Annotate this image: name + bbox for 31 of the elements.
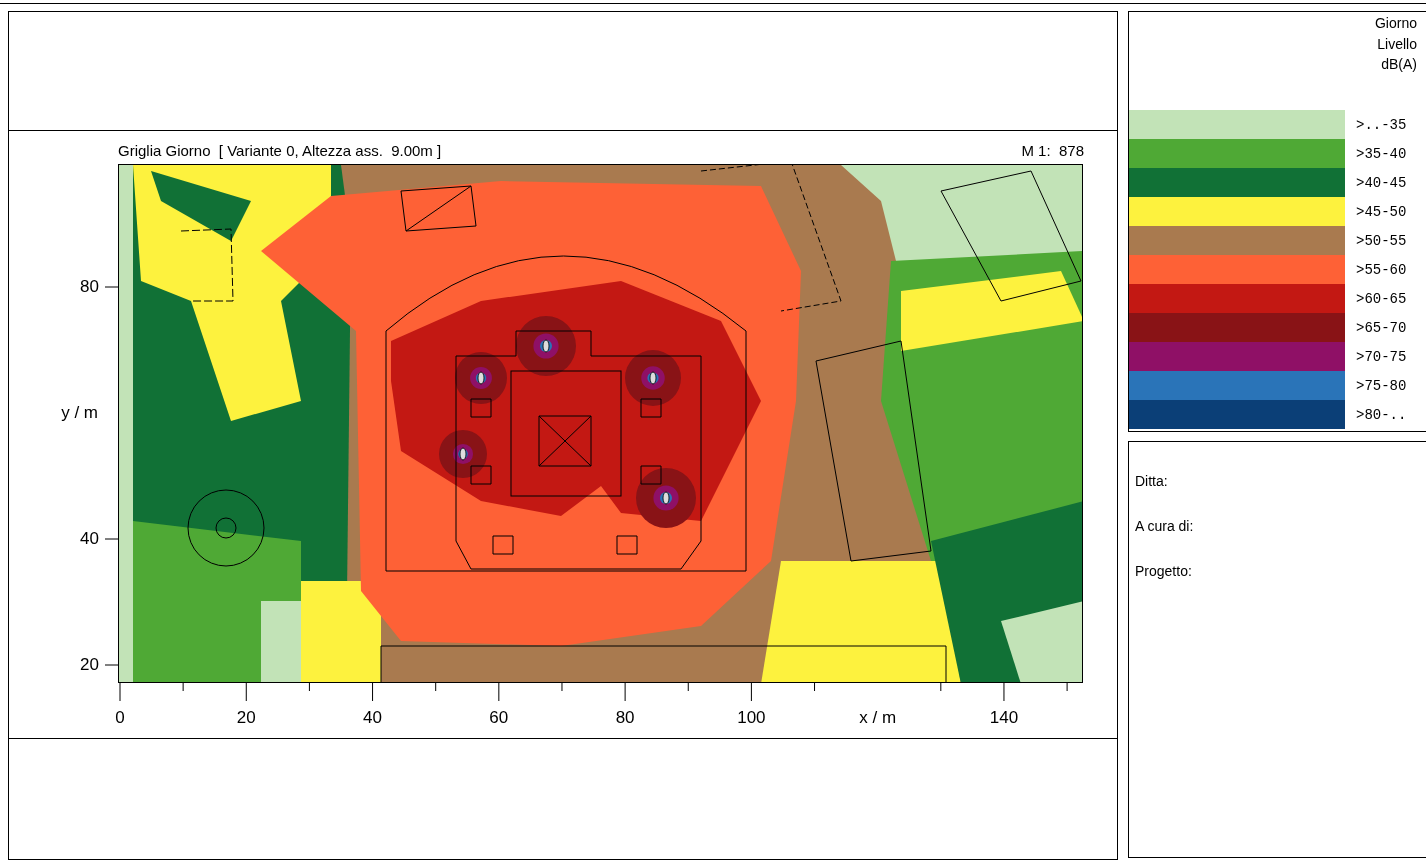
axis-tick-label: 60: [489, 708, 509, 728]
map-title: Griglia Giorno [ Variante 0, Altezza ass. 9.00m ]: [118, 142, 442, 159]
axis-tick-label: 80: [80, 277, 99, 297]
axis-tick-label: 40: [80, 529, 99, 549]
axis-tick-label: 100: [737, 708, 766, 728]
axis-tick-label: 140: [989, 708, 1019, 728]
legend-label: >50-55: [1355, 232, 1407, 249]
legend-label: >60-65: [1355, 290, 1407, 307]
legend-label: >70-75: [1355, 348, 1407, 365]
legend-label: >75-80: [1355, 377, 1407, 394]
axis-tick-label: 40: [363, 708, 382, 728]
axis-tick-label: 20: [236, 708, 256, 728]
legend-label: >55-60: [1355, 261, 1407, 278]
axis-tick-label: 80: [615, 708, 635, 728]
legend-label: >40-45: [1355, 174, 1407, 191]
field-label: Ditta:: [1135, 473, 1169, 491]
map-scale: M 1: 878: [1021, 142, 1084, 159]
axis-tick-label: 20: [80, 655, 99, 675]
axis-title: x / m: [859, 708, 897, 728]
axis-title: y / m: [61, 403, 98, 423]
field-label: Progetto:: [1135, 563, 1193, 581]
legend-label: >35-40: [1355, 145, 1407, 162]
legend-title: dB(A): [1381, 55, 1417, 74]
legend-label: >80-..: [1355, 406, 1407, 423]
legend-title: Livello: [1377, 34, 1417, 54]
legend-label: >..-35: [1355, 116, 1407, 133]
legend-label: >65-70: [1355, 319, 1407, 336]
field-label: A cura di:: [1135, 518, 1195, 536]
axis-tick-label: 0: [115, 708, 125, 728]
legend-title: Giorno: [1374, 14, 1417, 33]
legend-label: >45-50: [1355, 203, 1407, 220]
